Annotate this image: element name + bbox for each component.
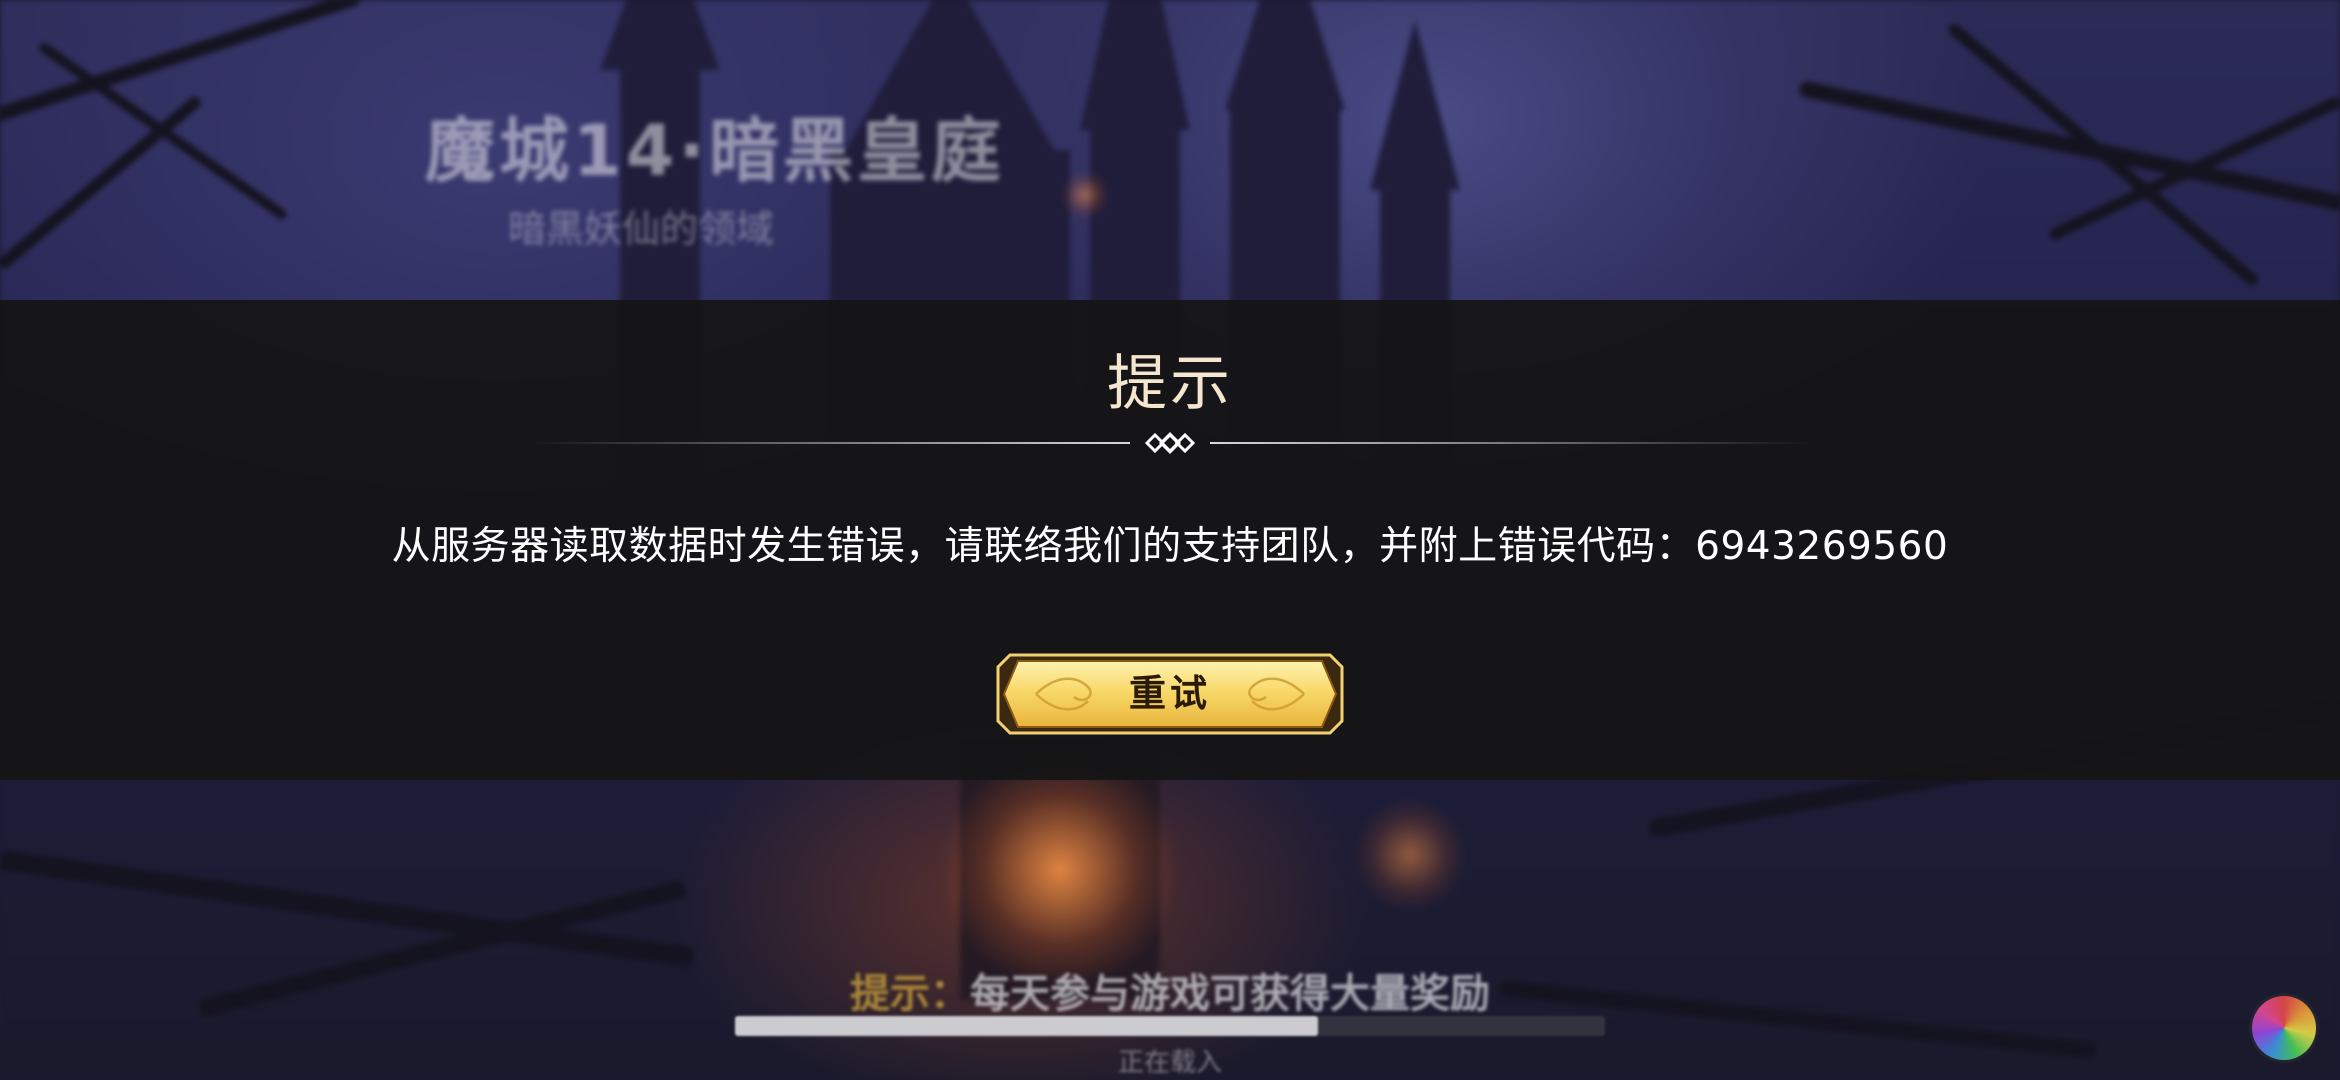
error-dialog: 提示 从服务器读取数据时发生错误，请联络我们的支持团队，并附上错误代码：6943… <box>0 300 2340 780</box>
background-stage-title: 魔城14·暗黑皇庭 <box>425 110 1006 192</box>
loading-progress-bar <box>735 1016 1605 1036</box>
loading-tip: 提示：每天参与游戏可获得大量奖励 <box>0 961 2340 1019</box>
loading-progress-fill <box>735 1016 1318 1036</box>
retry-button[interactable]: 重试 <box>996 653 1344 735</box>
color-wheel-icon[interactable] <box>2252 996 2316 1060</box>
dialog-title: 提示 <box>1107 349 1233 419</box>
error-message: 从服务器读取数据时发生错误，请联络我们的支持团队，并附上错误代码：6943269… <box>391 524 1949 569</box>
title-divider <box>530 432 1810 454</box>
tip-label: 提示： <box>850 971 970 1017</box>
divider-ornament-icon <box>1144 432 1196 454</box>
background-stage-subtitle: 暗黑妖仙的领域 <box>508 207 775 251</box>
loading-status-text: 正在载入 <box>1117 1048 1222 1078</box>
tip-text: 每天参与游戏可获得大量奖励 <box>970 971 1490 1017</box>
retry-button-label: 重试 <box>1129 672 1211 715</box>
